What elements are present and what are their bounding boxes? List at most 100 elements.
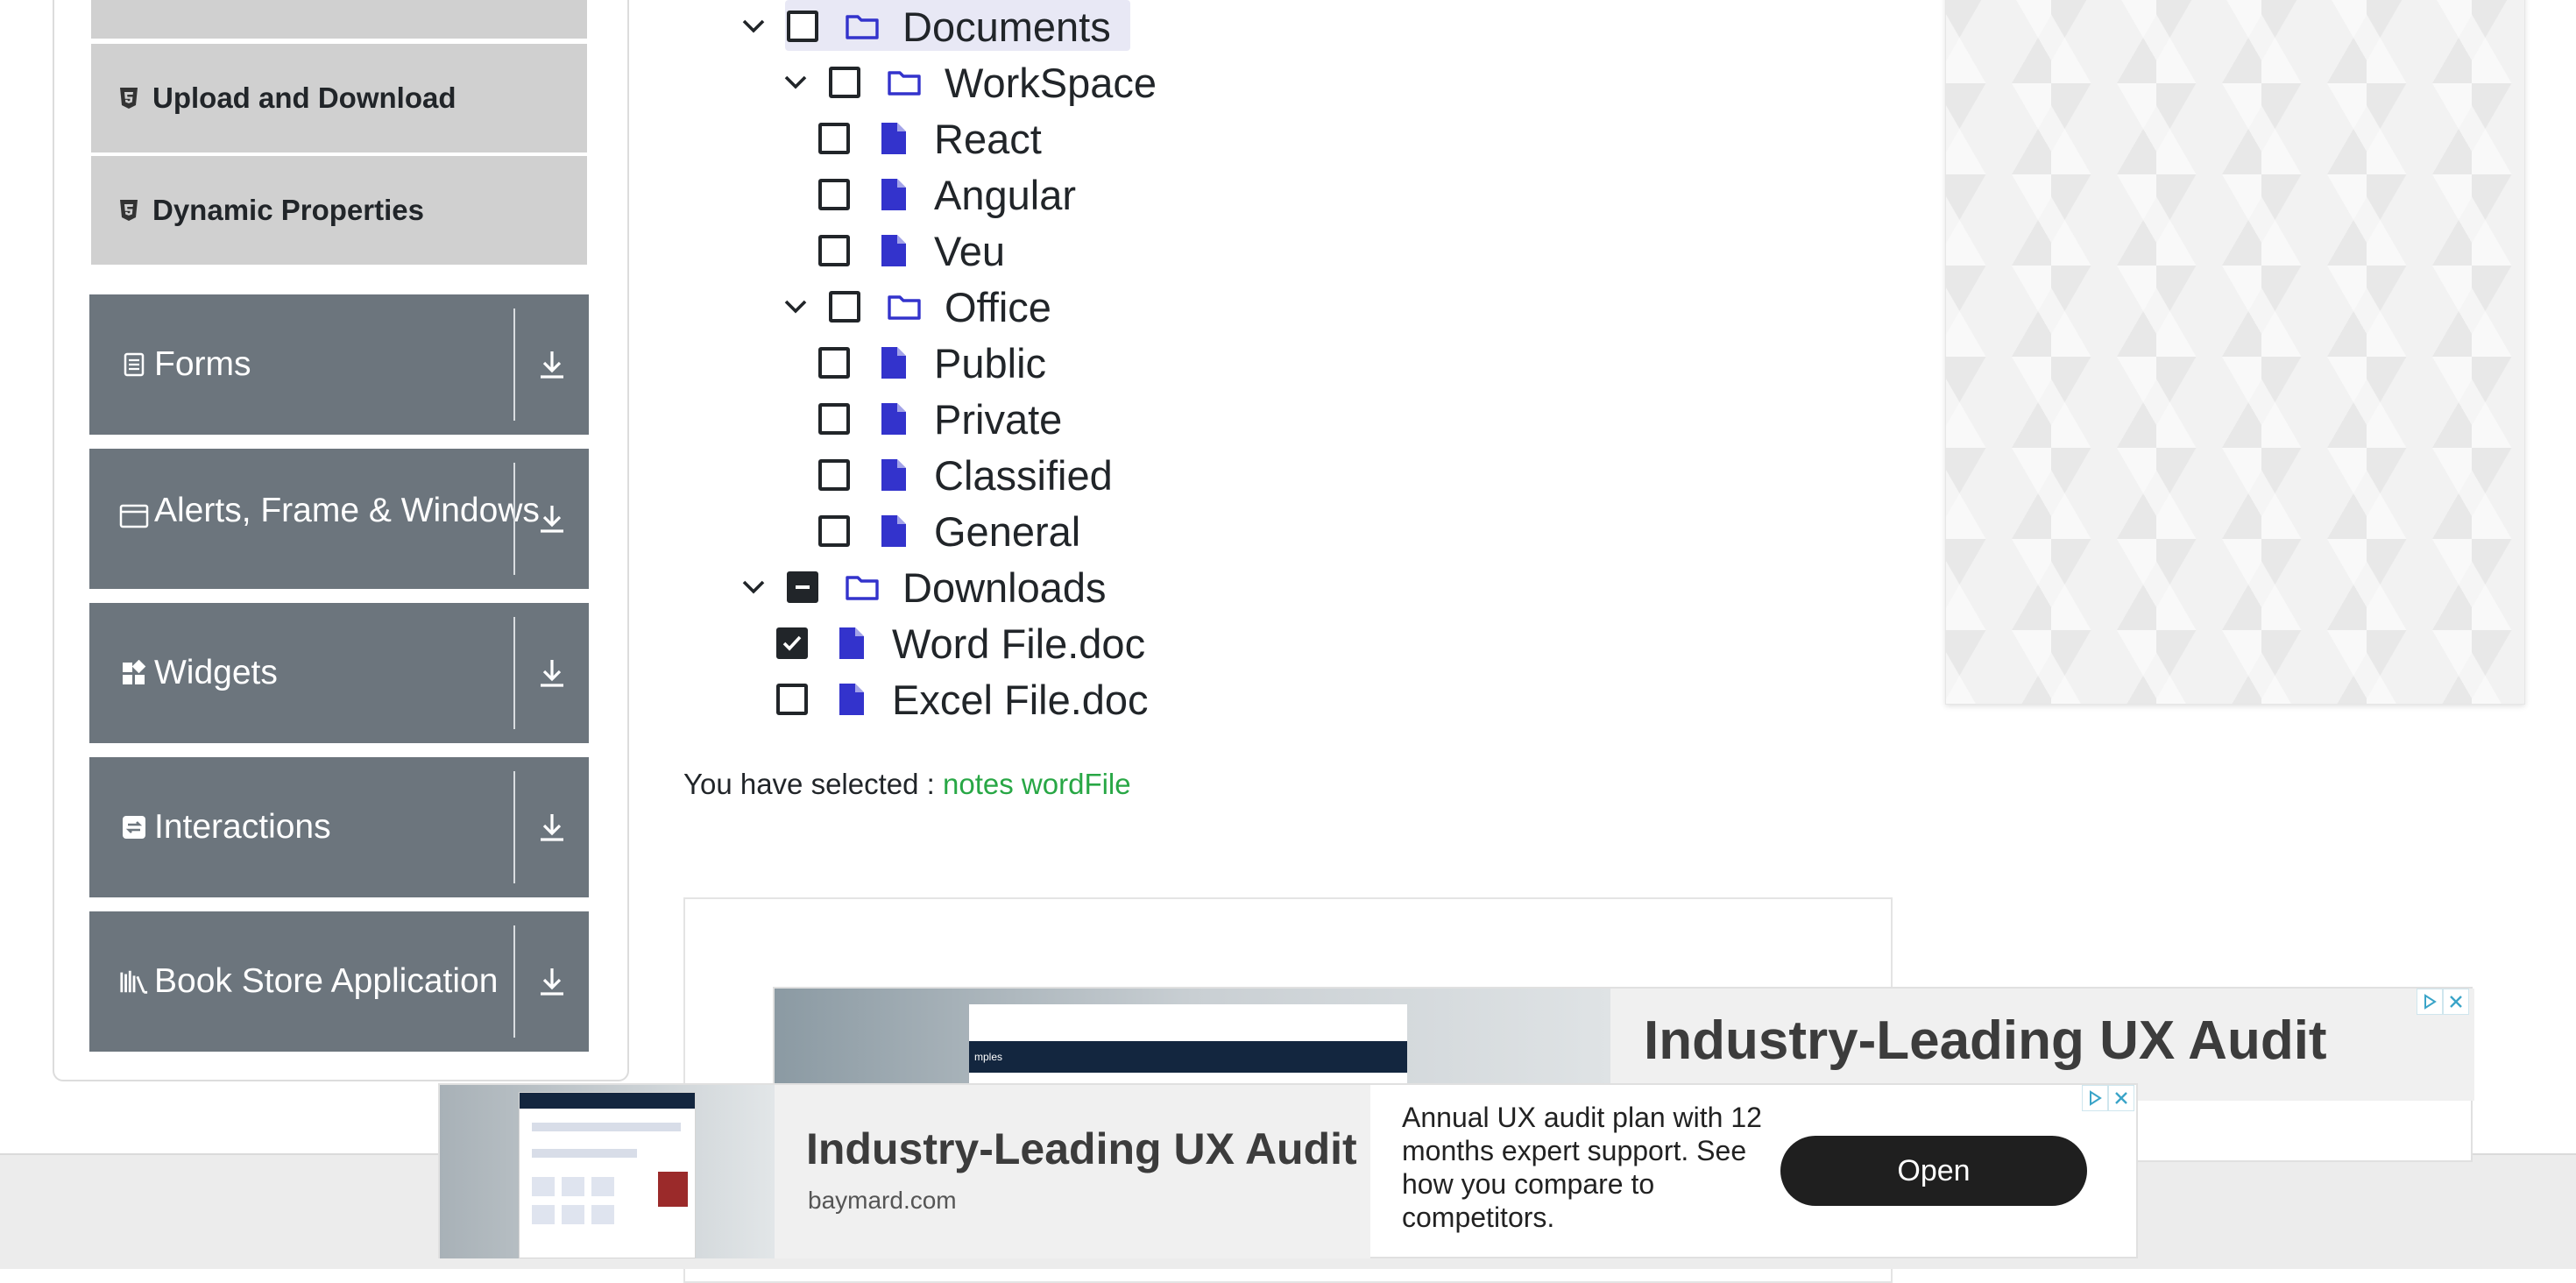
tree-node-documents[interactable]: Documents	[736, 0, 1111, 54]
ad-screenshot-tile	[532, 1177, 555, 1196]
close-ad-icon[interactable]	[2108, 1085, 2134, 1111]
sidebar-subitem-partial[interactable]	[91, 0, 587, 39]
chevron-down-icon[interactable]	[736, 9, 771, 44]
sidebar-group-forms[interactable]: Forms	[89, 294, 589, 435]
result-prefix: You have selected :	[683, 768, 935, 800]
tree-node-classified[interactable]: Classified	[818, 447, 1113, 503]
checkbox[interactable]	[818, 403, 850, 435]
tree-node-word-file-doc[interactable]: Word File.doc	[776, 615, 1145, 671]
sidebar-item-upload-download[interactable]: Upload and Download	[91, 44, 587, 152]
checkbox[interactable]	[776, 627, 808, 659]
sidebar-group-interactions[interactable]: Interactions	[89, 757, 589, 897]
sidebar-group-alerts-frame-windows[interactable]: Alerts, Frame & Windows	[89, 449, 589, 589]
ad-screenshot	[519, 1092, 696, 1258]
ad-screenshot-row	[532, 1123, 681, 1131]
interactions-icon	[119, 812, 149, 842]
ad-screenshot-tile	[562, 1177, 584, 1196]
checkbox[interactable]	[818, 459, 850, 491]
ad-headline: Industry-Leading UX Audit	[1644, 1010, 2327, 1071]
file-icon	[876, 514, 911, 549]
download-icon[interactable]	[515, 449, 589, 589]
tree-node-general[interactable]: General	[818, 503, 1080, 559]
adchoices-icon[interactable]	[2417, 989, 2443, 1015]
ad-image	[440, 1085, 775, 1258]
checkbox[interactable]	[787, 571, 818, 603]
sidebar-group-book-store[interactable]: Book Store Application	[89, 911, 589, 1052]
checkbox[interactable]	[829, 67, 860, 98]
download-icon[interactable]	[515, 603, 589, 743]
tree-node-label[interactable]: Classified	[934, 451, 1113, 500]
tree-node-downloads[interactable]: Downloads	[736, 559, 1107, 615]
file-icon	[876, 121, 911, 156]
ad-screenshot-bar: mples	[969, 1041, 1407, 1073]
tree-node-label[interactable]: React	[934, 115, 1042, 163]
file-icon	[876, 457, 911, 493]
tree-node-veu[interactable]: Veu	[818, 223, 1005, 279]
download-icon[interactable]	[515, 757, 589, 897]
checkbox[interactable]	[818, 235, 850, 266]
tree-node-label[interactable]: Downloads	[902, 564, 1107, 612]
html5-icon	[116, 197, 142, 223]
checkbox[interactable]	[818, 179, 850, 210]
tree-node-label[interactable]: Veu	[934, 227, 1005, 275]
ad-open-button[interactable]: Open	[1780, 1136, 2087, 1206]
html5-icon	[116, 85, 142, 111]
checkbox[interactable]	[776, 684, 808, 715]
widgets-icon	[119, 658, 149, 688]
download-icon[interactable]	[515, 911, 589, 1052]
ad-image: mples	[775, 989, 1610, 1085]
close-ad-icon[interactable]	[2443, 989, 2469, 1015]
chevron-down-icon[interactable]	[778, 65, 813, 100]
checkbox[interactable]	[787, 11, 818, 42]
sidebar-item-label: Dynamic Properties	[152, 194, 424, 226]
ad-screenshot-bar	[520, 1093, 695, 1109]
selection-result: You have selected : notes wordFile	[683, 768, 1131, 801]
file-icon	[834, 682, 869, 717]
file-icon	[876, 345, 911, 380]
tree-node-private[interactable]: Private	[818, 391, 1062, 447]
folder-icon	[845, 9, 880, 44]
file-icon	[876, 177, 911, 212]
sidebar-item-label: Upload and Download	[152, 82, 456, 114]
tree-node-label[interactable]: General	[934, 507, 1080, 556]
form-icon	[119, 350, 149, 379]
ad-description: Annual UX audit plan with 12 months expe…	[1402, 1102, 1762, 1233]
tree-node-label[interactable]: Public	[934, 339, 1046, 387]
file-icon	[834, 626, 869, 661]
tree-node-label[interactable]: Office	[945, 283, 1051, 331]
ad-screenshot-tile	[591, 1177, 614, 1196]
tree-node-excel-file-doc[interactable]: Excel File.doc	[776, 671, 1149, 727]
checkbox[interactable]	[818, 515, 850, 547]
ad-screenshot-row	[532, 1149, 637, 1158]
folder-icon	[887, 65, 922, 100]
file-icon	[876, 233, 911, 268]
tree-node-workspace[interactable]: WorkSpace	[778, 54, 1157, 110]
side-advertisement[interactable]	[1945, 0, 2525, 705]
tree-node-label[interactable]: Angular	[934, 171, 1076, 219]
checkbox[interactable]	[818, 123, 850, 154]
ad-domain: baymard.com	[808, 1187, 957, 1214]
tree-node-label[interactable]: Excel File.doc	[892, 676, 1149, 724]
chevron-down-icon[interactable]	[736, 570, 771, 605]
sidebar-group-widgets[interactable]: Widgets	[89, 603, 589, 743]
tree-node-label[interactable]: Documents	[902, 3, 1111, 51]
adchoices-icon[interactable]	[2082, 1085, 2108, 1111]
ad-screenshot: mples	[969, 1004, 1407, 1085]
tree-node-react[interactable]: React	[818, 110, 1042, 167]
ad-screenshot-tile	[532, 1205, 555, 1224]
folder-icon	[887, 289, 922, 324]
ad-banner-front[interactable]: Industry-Leading UX Audit baymard.com An…	[438, 1083, 2138, 1258]
tree-node-angular[interactable]: Angular	[818, 167, 1076, 223]
tree-node-label[interactable]: WorkSpace	[945, 59, 1157, 107]
tree-node-label[interactable]: Private	[934, 395, 1062, 443]
tree-node-office[interactable]: Office	[778, 279, 1051, 335]
tree-node-label[interactable]: Word File.doc	[892, 620, 1145, 668]
checkbox[interactable]	[829, 291, 860, 323]
selected-values: notes wordFile	[943, 768, 1131, 800]
chevron-down-icon[interactable]	[778, 289, 813, 324]
download-icon[interactable]	[515, 294, 589, 435]
sidebar-item-dynamic-properties[interactable]: Dynamic Properties	[91, 156, 587, 265]
checkbox[interactable]	[818, 347, 850, 379]
tree-node-public[interactable]: Public	[818, 335, 1046, 391]
ad-headline: Industry-Leading UX Audit	[806, 1124, 1357, 1173]
